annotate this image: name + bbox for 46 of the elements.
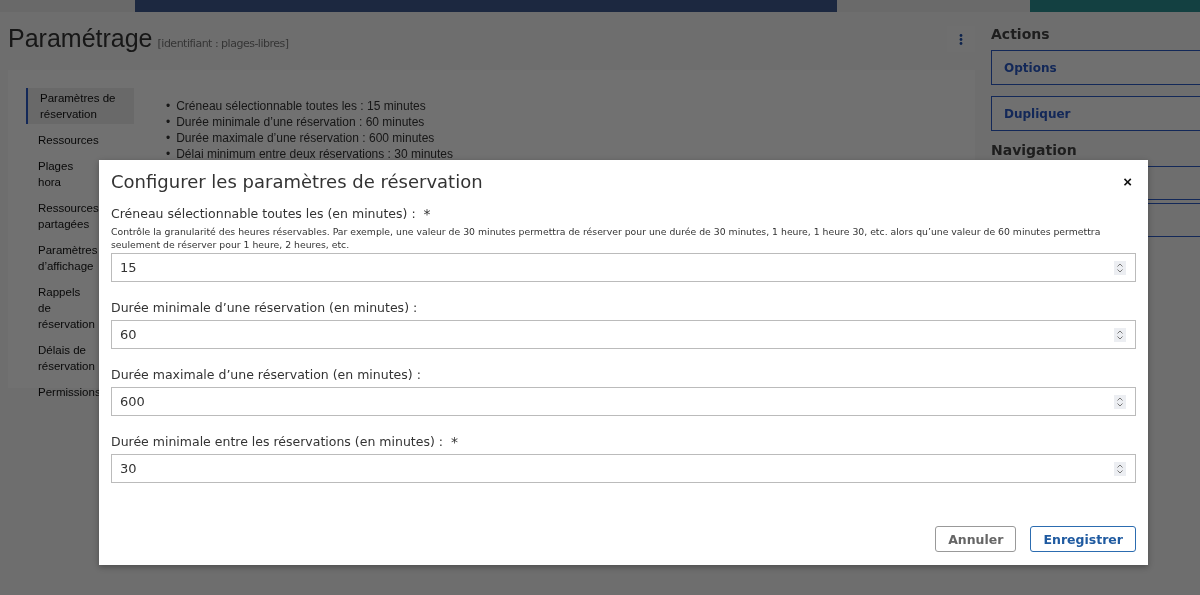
summary-item: Durée minimale d’une réservation : 60 minutes (176, 114, 425, 130)
close-button[interactable]: × (1119, 172, 1136, 190)
sidebar-item[interactable]: Rappels de réservation (26, 282, 98, 334)
sidebar-item[interactable]: Délais de réservation (26, 340, 98, 376)
actions-heading: Actions (991, 26, 1051, 42)
sidebar-item[interactable]: Plages hora (26, 156, 98, 192)
help-text: Contrôle la granularité des heures réservables. Par exemple, une valeur de 30 minutes permettra de réserver pour une durée de 30 minutes, 1 heure, 1 heure 30, etc. alors qu’une valeur de 60 minutes permettra seulement de réserver pour 1 heure, 2 heures, etc. (111, 225, 1102, 251)
field-label: Durée minimale d’une réservation (en minutes) : (111, 300, 418, 315)
required-mark: * (423, 206, 431, 222)
sidebar-item[interactable]: Ressources (26, 130, 98, 150)
more-icon (959, 33, 963, 45)
number-field[interactable]: 600 (111, 387, 1136, 416)
spinner-icon (1114, 260, 1126, 275)
top-tab[interactable] (837, 0, 1030, 12)
number-field[interactable]: 60 (111, 320, 1136, 349)
top-tab[interactable] (135, 0, 837, 12)
field-label: Durée maximale d’une réservation (en minutes) : (111, 367, 421, 382)
summary-item: Créneau sélectionnable toutes les : 15 minutes (176, 98, 426, 114)
action-button[interactable]: Dupliquer (991, 96, 1200, 131)
sidebar-item[interactable]: Paramètres d’affichage (26, 240, 98, 276)
page-identifier: [identifiant : plages-libres] (157, 37, 289, 50)
action-button[interactable]: Options (991, 50, 1200, 85)
bullet: • (166, 98, 171, 114)
top-tab[interactable] (1030, 0, 1200, 12)
top-tab[interactable] (0, 0, 135, 12)
bullet: • (166, 114, 171, 130)
summary-item: Délai minimum entre deux réservations : 30 minutes (176, 146, 453, 162)
bullet: • (166, 130, 171, 146)
dialog-title: Configurer les paramètres de réservation (111, 170, 483, 192)
spinner-icon (1114, 394, 1126, 409)
number-field[interactable]: 30 (111, 454, 1136, 483)
spinner-icon (1114, 461, 1126, 476)
field-label: Créneau sélectionnable toutes les (en minutes) : (111, 206, 416, 221)
sidebar-item[interactable]: Permissions (26, 382, 98, 402)
sidebar-item[interactable]: Paramètres de réservation (26, 88, 134, 124)
bullet: • (166, 146, 171, 162)
page-title: Paramétrage (8, 24, 153, 53)
dialog-button[interactable]: Annuler (935, 526, 1017, 552)
summary-item: Durée maximale d’une réservation : 600 minutes (176, 130, 435, 146)
number-field[interactable]: 15 (111, 253, 1136, 282)
navigation-heading: Navigation (991, 142, 1078, 158)
field-label: Durée minimale entre les réservations (en minutes) : (111, 434, 443, 449)
dialog-button[interactable]: Enregistrer (1030, 526, 1136, 552)
required-mark: * (451, 434, 458, 450)
spinner-icon (1114, 327, 1126, 342)
sidebar-item[interactable]: Ressources partagées (26, 198, 98, 234)
